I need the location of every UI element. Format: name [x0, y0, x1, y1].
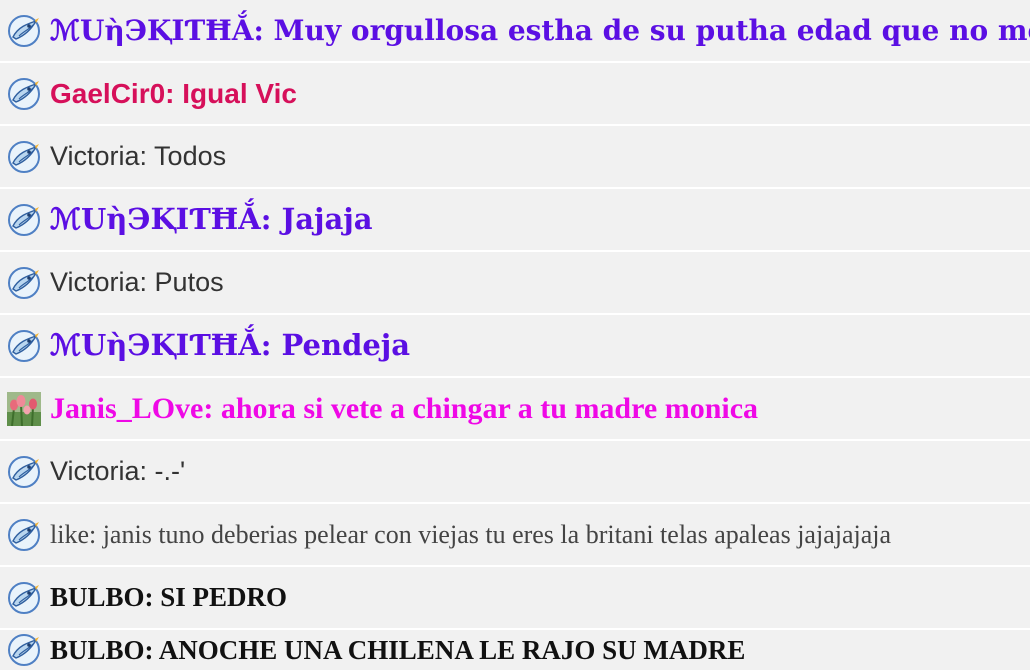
chat-message: GaelCir0: Igual Vic: [0, 63, 1030, 124]
message-text: GaelCir0: Igual Vic: [50, 77, 297, 109]
chat-message: Victoria: -.-': [0, 441, 1030, 502]
message-text: like: janis tuno deberias pelear con vie…: [50, 519, 892, 549]
chat-message: BULBO: ANOCHE UNA CHILENA LE RAJO SU MAD…: [0, 630, 1030, 670]
chat-message: BULBO: SI PEDRO: [0, 567, 1030, 628]
message-text: ℳUὴЭⱩIƬĦẮ: Jajaja: [50, 202, 373, 236]
chat-message: Victoria: Todos: [0, 126, 1030, 187]
chat-message: Janis_LOve: ahora si vete a chingar a tu…: [0, 378, 1030, 439]
bird-icon[interactable]: [7, 266, 41, 300]
bird-icon[interactable]: [7, 77, 41, 111]
chat-message: ℳUὴЭⱩIƬĦẮ: Jajaja: [0, 189, 1030, 250]
chat-message: Victoria: Putos: [0, 252, 1030, 313]
chat-message: like: janis tuno deberias pelear con vie…: [0, 504, 1030, 565]
chat-message: ℳUὴЭⱩIƬĦẮ: Muy orgullosa estha de su put…: [0, 0, 1030, 61]
bird-icon[interactable]: [7, 633, 41, 667]
message-text: BULBO: ANOCHE UNA CHILENA LE RAJO SU MAD…: [50, 634, 746, 665]
bird-icon[interactable]: [7, 581, 41, 615]
bird-icon[interactable]: [7, 329, 41, 363]
message-text: Victoria: Todos: [50, 141, 227, 171]
bird-icon[interactable]: [7, 14, 41, 48]
tulips-photo-icon[interactable]: [7, 391, 41, 426]
message-text: ℳUὴЭⱩIƬĦẮ: Pendeja: [50, 328, 411, 362]
bird-icon[interactable]: [7, 455, 41, 489]
message-text: Victoria: Putos: [50, 267, 224, 297]
chat-log: ℳUὴЭⱩIƬĦẮ: Muy orgullosa estha de su put…: [0, 0, 1030, 670]
bird-icon[interactable]: [7, 518, 41, 552]
bird-icon[interactable]: [7, 203, 41, 237]
chat-message: ℳUὴЭⱩIƬĦẮ: Pendeja: [0, 315, 1030, 376]
message-text: BULBO: SI PEDRO: [50, 582, 288, 612]
message-text: Victoria: -.-': [50, 456, 186, 486]
message-text: Janis_LOve: ahora si vete a chingar a tu…: [50, 391, 759, 425]
bird-icon[interactable]: [7, 140, 41, 174]
message-text: ℳUὴЭⱩIƬĦẮ: Muy orgullosa estha de su put…: [50, 13, 1030, 47]
